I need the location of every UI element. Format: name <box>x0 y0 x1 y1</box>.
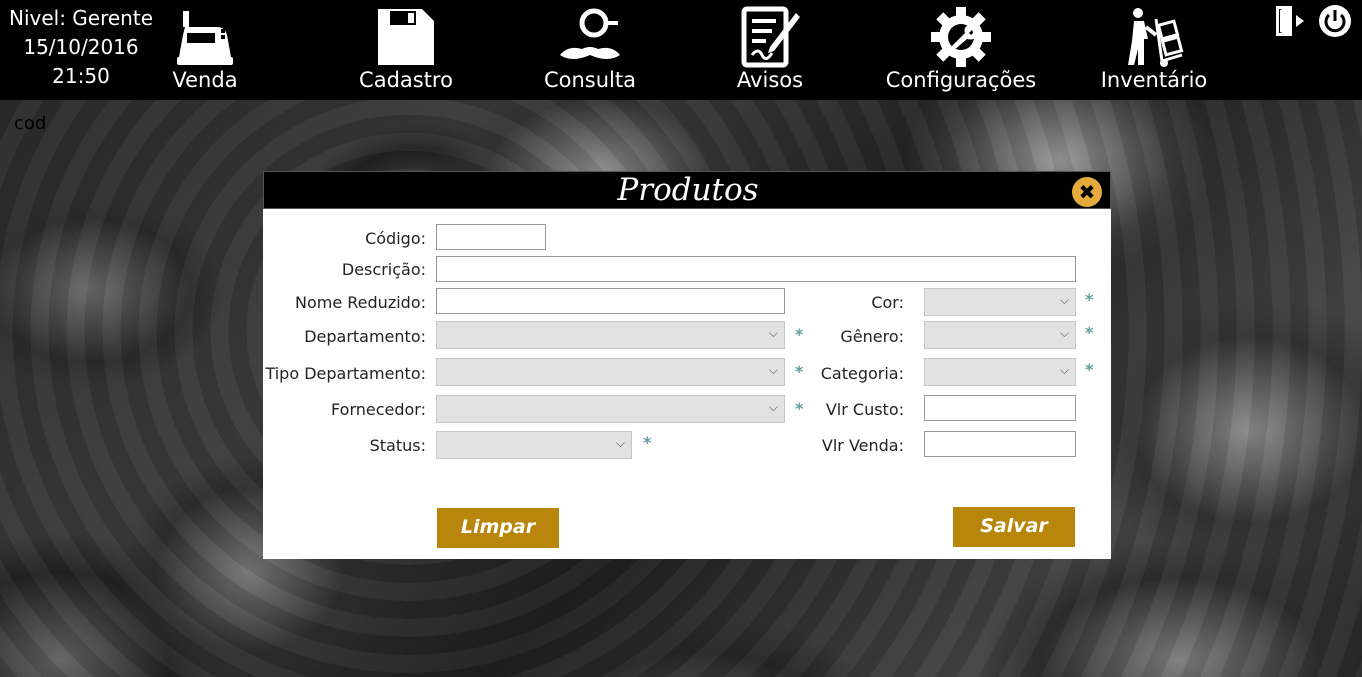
descricao-input[interactable] <box>436 256 1076 282</box>
vlr-custo-input[interactable] <box>924 395 1076 421</box>
fornecedor-label: Fornecedor: <box>331 400 426 419</box>
top-bar: Nivel: Gerente 15/10/2016 21:50 Venda Ca… <box>0 0 1362 100</box>
nav-inventario-label: Inventário <box>1100 68 1208 92</box>
dialog-header: Produtos ✖ <box>263 171 1111 209</box>
nav-inventario[interactable]: Inventário <box>1096 0 1212 100</box>
vlr-custo-label: Vlr Custo: <box>825 400 904 419</box>
chevron-down-icon: ⌵ <box>768 326 778 340</box>
nav-venda[interactable]: Venda <box>165 0 245 100</box>
nav-configuracoes-label: Configurações <box>885 68 1037 92</box>
required-marker: * <box>1085 323 1094 342</box>
nav-configuracoes[interactable]: Configurações <box>880 0 1042 100</box>
user-level: Nivel: Gerente <box>8 6 154 30</box>
nome-reduzido-label: Nome Reduzido: <box>295 293 426 312</box>
vlr-venda-input[interactable] <box>924 431 1076 457</box>
salvar-button[interactable]: Salvar <box>953 507 1075 547</box>
tipo-departamento-select[interactable]: ⌵ <box>436 358 785 386</box>
nav-venda-label: Venda <box>172 68 238 92</box>
chevron-down-icon: ⌵ <box>768 363 778 377</box>
produtos-dialog: Produtos ✖ Código: Descrição: Nome Reduz… <box>263 171 1111 559</box>
required-marker: * <box>1085 360 1094 379</box>
cor-select[interactable]: ⌵ <box>924 288 1076 316</box>
close-button[interactable]: ✖ <box>1072 177 1102 207</box>
nav-consulta[interactable]: Consulta <box>539 0 641 100</box>
descricao-label: Descrição: <box>341 260 426 279</box>
departamento-select[interactable]: ⌵ <box>436 321 785 349</box>
cor-label: Cor: <box>871 293 904 312</box>
dialog-title: Produtos <box>617 172 759 208</box>
nav-avisos[interactable]: Avisos <box>725 0 815 100</box>
current-date: 15/10/2016 <box>23 35 139 59</box>
codigo-input[interactable] <box>436 224 546 250</box>
codigo-label: Código: <box>365 229 426 248</box>
user-info: Nivel: Gerente 15/10/2016 21:50 <box>0 4 162 91</box>
vlr-venda-label: Vlr Venda: <box>821 436 904 455</box>
power-icon[interactable] <box>1318 4 1352 38</box>
current-time: 21:50 <box>52 64 110 88</box>
cod-label: cod <box>14 113 47 134</box>
chevron-down-icon: ⌵ <box>1059 326 1069 340</box>
required-marker: * <box>1085 290 1094 309</box>
limpar-button[interactable]: Limpar <box>437 508 559 548</box>
categoria-label: Categoria: <box>820 364 904 383</box>
cash-register-icon <box>177 11 233 65</box>
nav-cadastro[interactable]: Cadastro <box>350 0 462 100</box>
chevron-down-icon: ⌵ <box>768 400 778 414</box>
nav-avisos-label: Avisos <box>736 68 804 92</box>
status-label: Status: <box>369 436 426 455</box>
categoria-select[interactable]: ⌵ <box>924 358 1076 386</box>
fornecedor-select[interactable]: ⌵ <box>436 395 785 423</box>
required-marker: * <box>643 433 652 452</box>
chevron-down-icon: ⌵ <box>615 436 625 450</box>
tipo-departamento-label: Tipo Departamento: <box>265 364 426 383</box>
exit-door-icon[interactable] <box>1274 4 1308 38</box>
hand-truck-icon <box>1128 8 1184 67</box>
nav-cadastro-label: Cadastro <box>359 68 453 92</box>
nome-reduzido-input[interactable] <box>436 288 785 314</box>
status-select[interactable]: ⌵ <box>436 431 632 459</box>
nav-consulta-label: Consulta <box>543 68 636 92</box>
departamento-label: Departamento: <box>304 327 426 346</box>
chevron-down-icon: ⌵ <box>1059 363 1069 377</box>
gear-wrench-icon <box>931 7 991 67</box>
genero-label: Gênero: <box>840 327 904 346</box>
floppy-disk-icon <box>378 9 434 65</box>
chevron-down-icon: ⌵ <box>1059 293 1069 307</box>
notepad-pen-icon <box>741 6 800 68</box>
genero-select[interactable]: ⌵ <box>924 321 1076 349</box>
detective-icon <box>560 8 620 59</box>
